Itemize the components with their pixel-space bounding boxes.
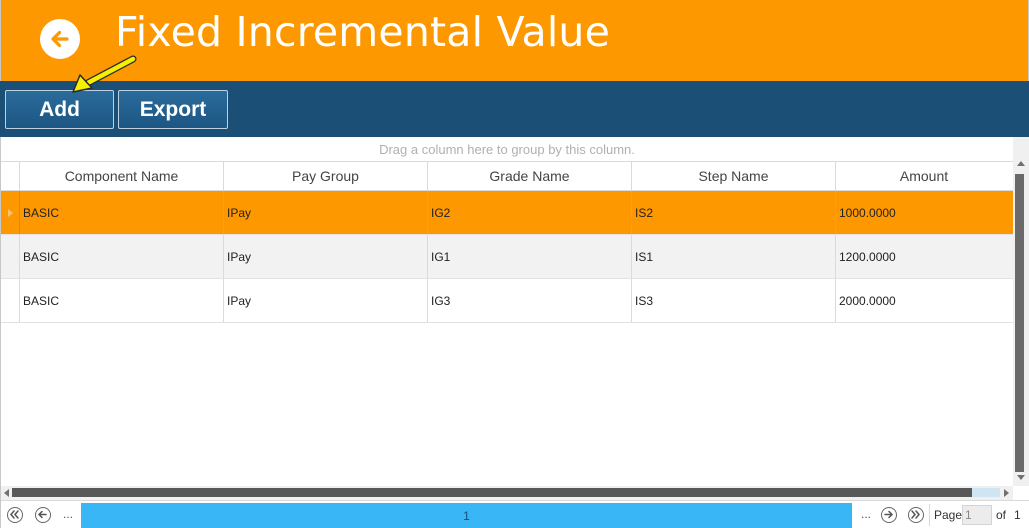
export-button[interactable]: Export (118, 90, 228, 129)
cell-grade-name: IG3 (428, 279, 632, 322)
cell-pay-group: IPay (224, 191, 428, 234)
add-button[interactable]: Add (5, 90, 114, 129)
group-panel[interactable]: Drag a column here to group by this colu… (1, 137, 1013, 162)
column-header-component-name[interactable]: Component Name (20, 162, 224, 190)
cell-step-name: IS3 (632, 279, 836, 322)
page-label: Page (934, 508, 963, 522)
horizontal-scroll-track[interactable] (972, 488, 1000, 497)
scroll-right-icon[interactable] (1004, 489, 1009, 497)
scroll-left-icon[interactable] (4, 489, 9, 497)
cell-amount: 1000.0000 (839, 206, 896, 220)
cell-pay-group: IPay (224, 235, 428, 278)
previous-page-button[interactable] (35, 507, 51, 523)
cell-grade-name: IG1 (428, 235, 632, 278)
row-indicator (1, 279, 20, 322)
vertical-scroll-thumb[interactable] (1015, 174, 1024, 472)
cell-grade-name: IG2 (428, 191, 632, 234)
column-header-pay-group[interactable]: Pay Group (224, 162, 428, 190)
first-page-icon (10, 510, 19, 519)
horizontal-scroll-thumb[interactable] (12, 488, 972, 497)
page-header: Fixed Incremental Value (0, 0, 1029, 81)
scroll-down-icon[interactable] (1017, 475, 1025, 480)
previous-page-icon (37, 510, 47, 519)
column-header-step-name[interactable]: Step Name (632, 162, 836, 190)
cell-component-name: BASIC (20, 235, 224, 278)
page-number-input[interactable] (962, 505, 992, 525)
first-page-button[interactable] (7, 507, 23, 523)
cell-pay-group: IPay (224, 279, 428, 322)
grid-rows: BASIC IPay IG2 IS2 1000.0000 BASIC IPay … (1, 191, 1013, 323)
cell-amount: 1200.0000 (839, 250, 896, 264)
cell-step-name: IS2 (632, 191, 836, 234)
page-title: Fixed Incremental Value (115, 8, 611, 56)
back-button[interactable] (40, 19, 80, 59)
previous-pages-ellipsis[interactable]: ... (63, 507, 73, 521)
table-row[interactable]: BASIC IPay IG2 IS2 1000.0000 (1, 191, 1013, 235)
column-header-grade-name[interactable]: Grade Name (428, 162, 632, 190)
pager-separator (929, 504, 930, 526)
next-page-icon (884, 510, 894, 519)
toolbar: Add Export (0, 81, 1029, 137)
page-number-button[interactable]: 1 (81, 503, 852, 528)
arrow-left-circle-icon (42, 21, 78, 57)
cell-step-name: IS1 (632, 235, 836, 278)
cell-component-name: BASIC (20, 279, 224, 322)
header-indent (1, 162, 20, 190)
grid-header: Component Name Pay Group Grade Name Step… (1, 162, 1013, 191)
scroll-up-icon[interactable] (1017, 161, 1025, 166)
last-page-icon (911, 510, 920, 519)
horizontal-scrollbar[interactable] (1, 486, 1013, 500)
cell-amount: 2000.0000 (839, 294, 896, 308)
vertical-scrollbar[interactable] (1013, 137, 1029, 486)
current-row-marker-icon (8, 209, 13, 217)
data-grid: Drag a column here to group by this colu… (0, 137, 1029, 528)
total-pages: 1 (1014, 508, 1021, 522)
pager: ... 1 ... Page of 1 (1, 500, 1029, 528)
next-page-button[interactable] (881, 507, 897, 523)
row-indicator (1, 191, 20, 234)
column-header-amount[interactable]: Amount (836, 162, 1012, 190)
table-row[interactable]: BASIC IPay IG1 IS1 1200.0000 (1, 235, 1013, 279)
table-row[interactable]: BASIC IPay IG3 IS3 2000.0000 (1, 279, 1013, 323)
of-label: of (996, 508, 1007, 522)
row-indicator (1, 235, 20, 278)
app-window: Fixed Incremental Value Add Export Drag … (0, 0, 1029, 528)
last-page-button[interactable] (908, 507, 924, 523)
cell-component-name: BASIC (20, 191, 224, 234)
next-pages-ellipsis[interactable]: ... (861, 507, 871, 521)
